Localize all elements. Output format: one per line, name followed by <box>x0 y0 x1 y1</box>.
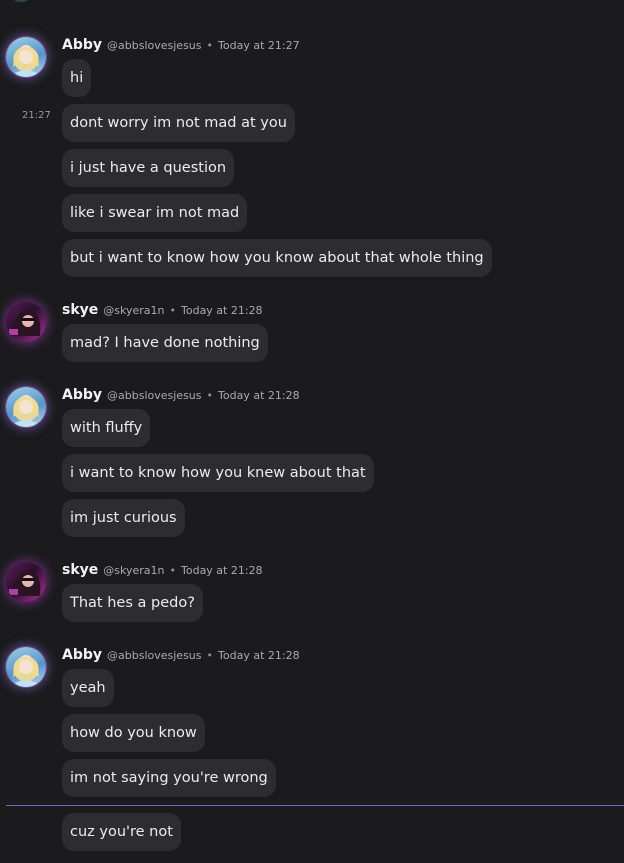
message-header: Abby @abbslovesjesus • Today at 21:27 <box>62 37 300 57</box>
timestamp: Today at 21:28 <box>181 564 263 577</box>
message-bubble[interactable]: mad? I have done nothing <box>62 324 268 362</box>
message-bubble[interactable]: how do you know <box>62 714 205 752</box>
timestamp: Today at 21:28 <box>181 304 263 317</box>
chat-window: Abby @abbslovesjesus • Today at 21:27 hi… <box>0 0 624 863</box>
message-bubble[interactable]: like i swear im not mad <box>62 194 248 232</box>
message-bubble[interactable]: yeah <box>62 669 114 707</box>
message-bubble[interactable]: dont worry im not mad at you <box>62 104 295 142</box>
separator-dot: • <box>169 564 177 577</box>
timestamp: Today at 21:27 <box>218 39 300 52</box>
username[interactable]: Abby <box>62 387 102 403</box>
message-bubble[interactable]: but i want to know how you know about th… <box>62 239 492 277</box>
separator-dot: • <box>206 389 214 402</box>
avatar-skye[interactable] <box>6 302 46 342</box>
message-bubble[interactable]: im just curious <box>62 499 185 537</box>
username[interactable]: skye <box>62 302 98 318</box>
avatar-abby[interactable] <box>6 37 46 77</box>
username[interactable]: skye <box>62 562 98 578</box>
user-handle: @skyera1n <box>103 564 165 577</box>
avatar-abby[interactable] <box>6 387 46 427</box>
username[interactable]: Abby <box>62 37 102 53</box>
timestamp: Today at 21:28 <box>218 649 300 662</box>
new-messages-divider <box>6 805 624 806</box>
separator-dot: • <box>206 649 214 662</box>
message-header: skye @skyera1n • Today at 21:28 <box>62 302 263 322</box>
user-handle: @abbslovesjesus <box>107 389 202 402</box>
message-bubble[interactable]: im not saying you're wrong <box>62 759 276 797</box>
separator-dot: • <box>206 39 214 52</box>
avatar <box>10 0 32 2</box>
message-bubble[interactable]: That hes a pedo? <box>62 584 203 622</box>
user-handle: @abbslovesjesus <box>107 39 202 52</box>
avatar-skye[interactable] <box>6 562 46 602</box>
user-handle: @skyera1n <box>103 304 165 317</box>
message-header: Abby @abbslovesjesus • Today at 21:28 <box>62 387 300 407</box>
username[interactable]: Abby <box>62 647 102 663</box>
separator-dot: • <box>169 304 177 317</box>
message-header: Abby @abbslovesjesus • Today at 21:28 <box>62 647 300 667</box>
hover-timestamp: 21:27 <box>22 110 51 121</box>
avatar-abby[interactable] <box>6 647 46 687</box>
message-bubble[interactable]: with fluffy <box>62 409 151 447</box>
timestamp: Today at 21:28 <box>218 389 300 402</box>
message-bubble[interactable]: i want to know how you knew about that <box>62 454 374 492</box>
message-bubble[interactable]: i just have a question <box>62 149 235 187</box>
user-handle: @abbslovesjesus <box>107 649 202 662</box>
message-bubble[interactable]: hi <box>62 59 92 97</box>
message-header: skye @skyera1n • Today at 21:28 <box>62 562 263 582</box>
message-bubble[interactable]: cuz you're not <box>62 813 181 851</box>
